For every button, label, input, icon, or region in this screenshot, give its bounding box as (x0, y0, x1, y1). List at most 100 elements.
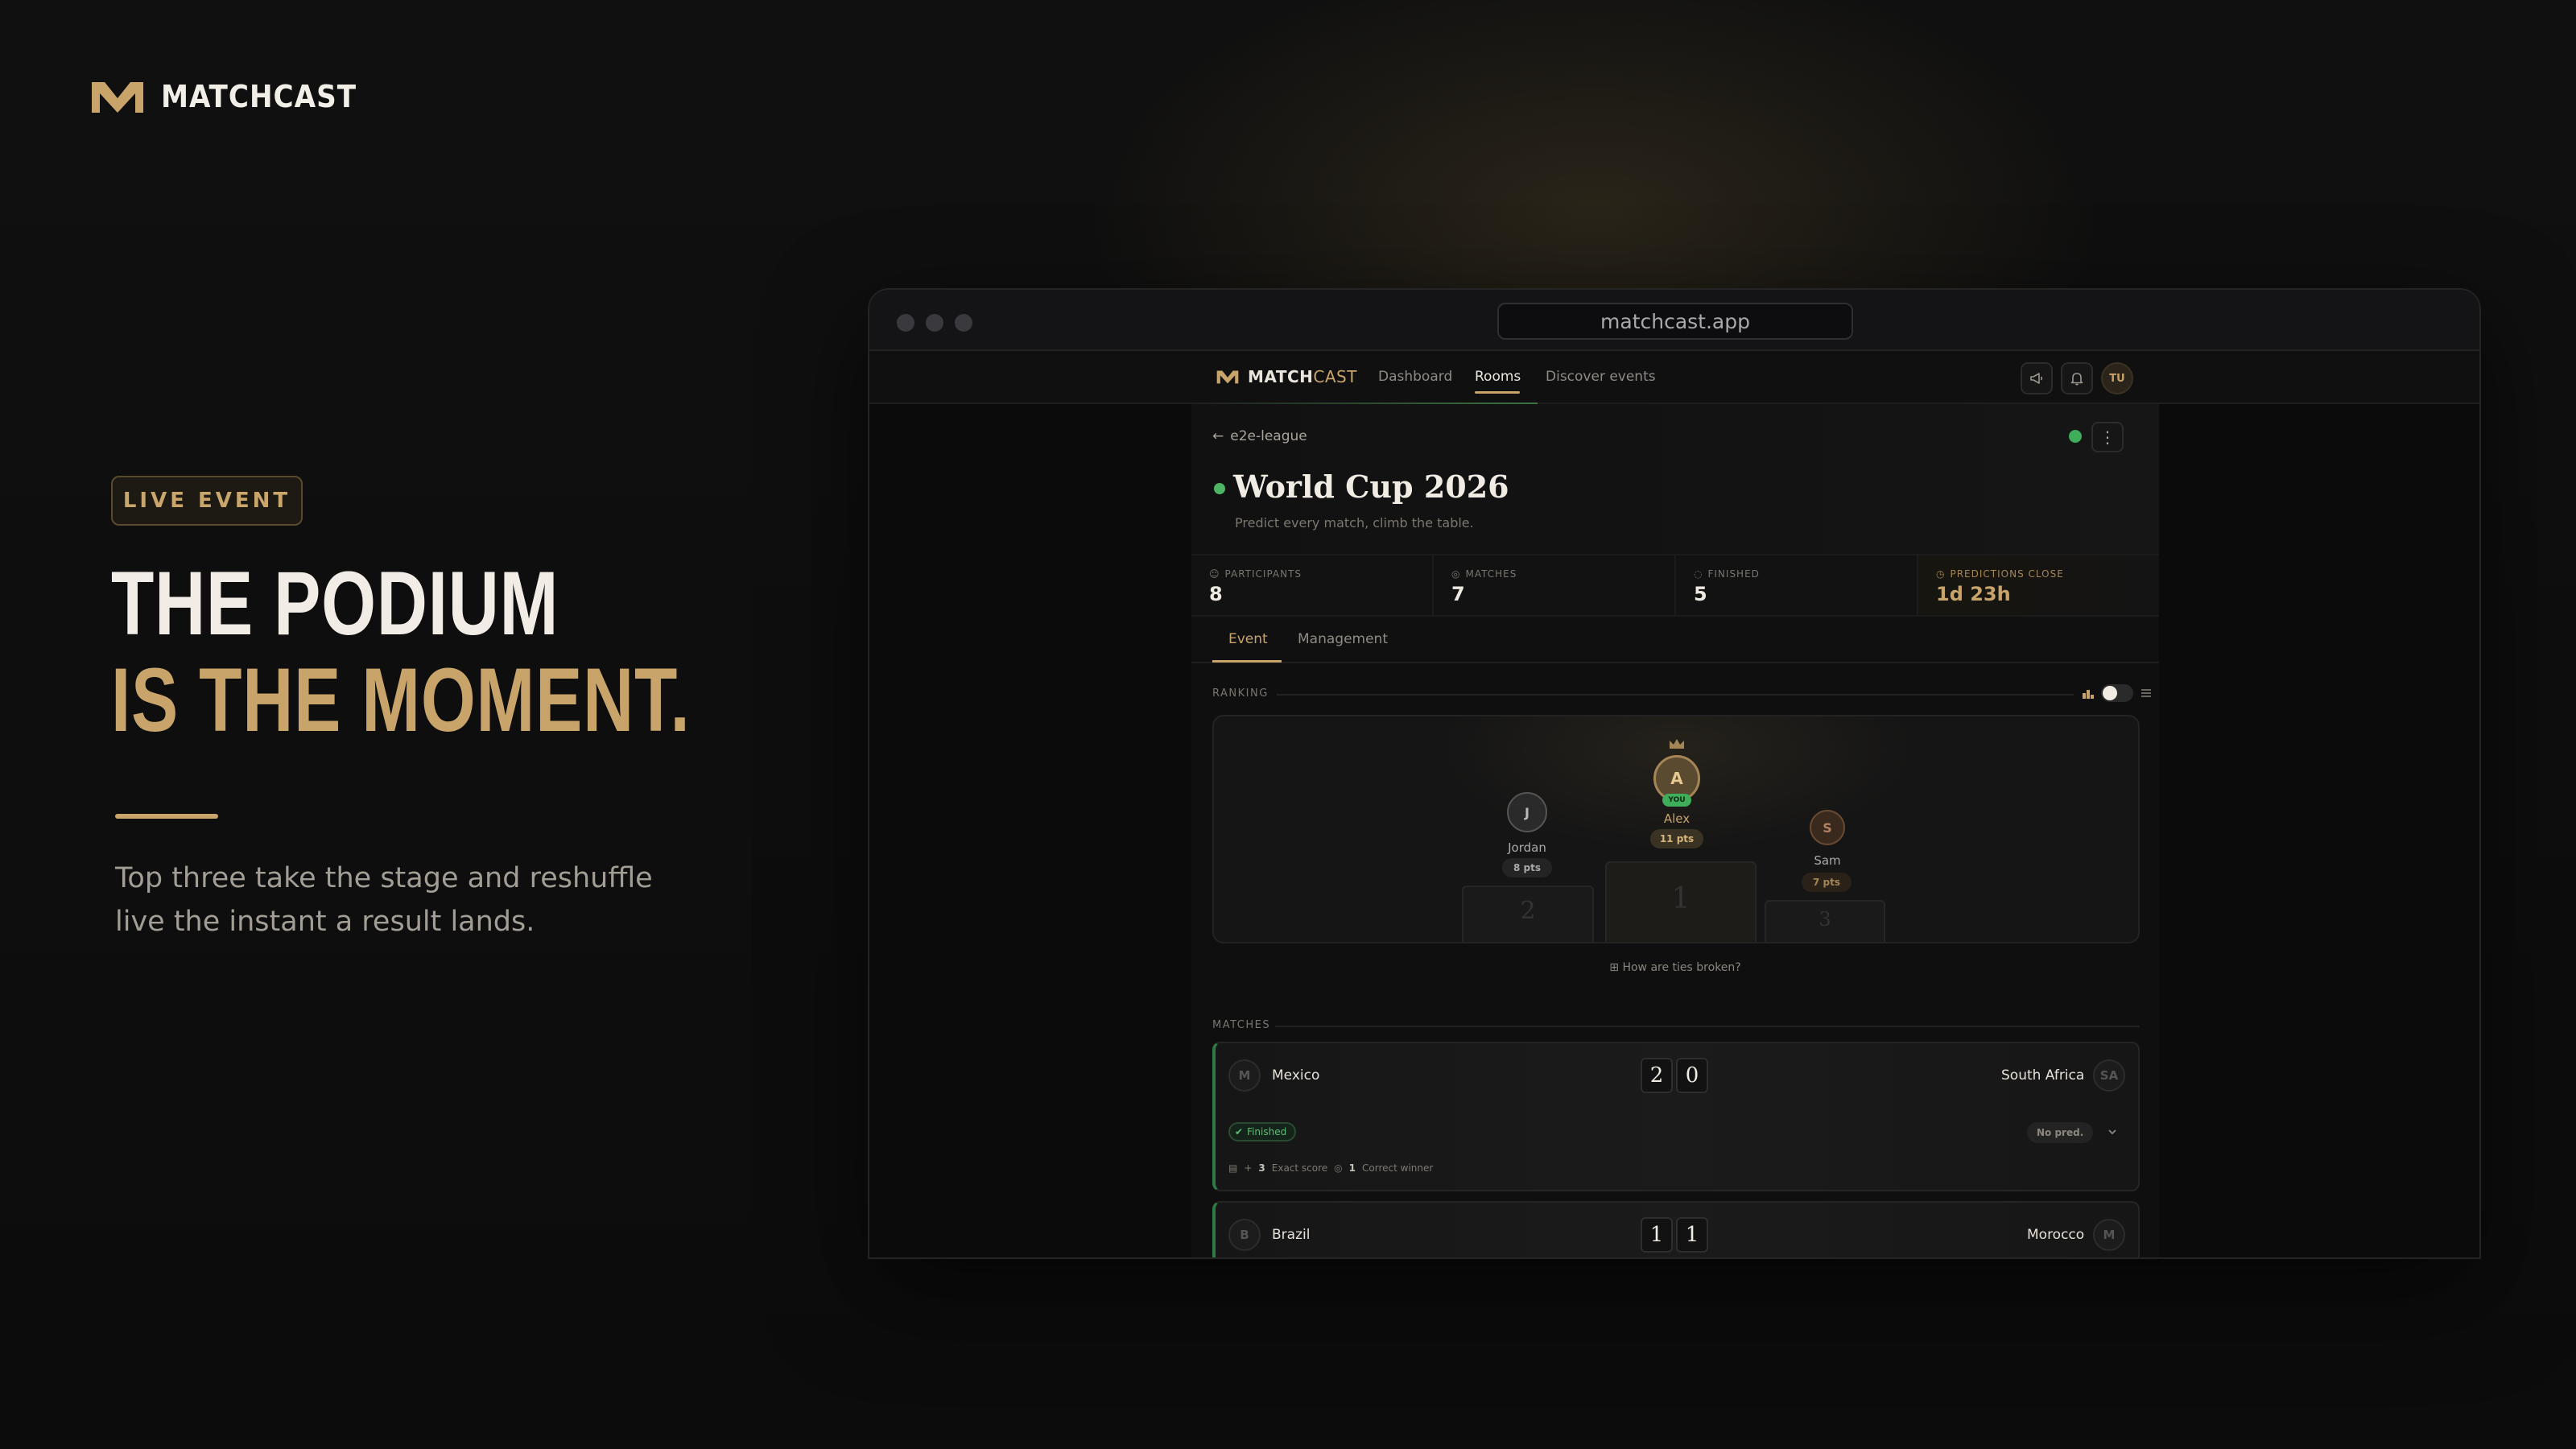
home-score: 2 (1641, 1058, 1673, 1093)
stat-finished: ◌ FINISHED 5 (1676, 555, 1918, 615)
breadcrumb-room: e2e-league (1230, 428, 1307, 444)
stat-label: PARTICIPANTS (1224, 568, 1302, 580)
view-switch[interactable] (2101, 684, 2133, 702)
away-team-name: South Africa (2001, 1067, 2085, 1084)
headline: THE PODIUM IS THE MOMENT. (111, 555, 691, 749)
app-logo[interactable]: MATCHCAST (1216, 367, 1357, 386)
tab-event[interactable]: Event (1228, 631, 1268, 647)
stat-matches: ◎ MATCHES 7 (1434, 555, 1676, 615)
back-arrow-icon: ← (1212, 428, 1224, 444)
podium-third-block: 3 (1765, 900, 1885, 942)
prediction-badge[interactable]: No pred. (2027, 1122, 2094, 1143)
exact-score-points: 3 (1258, 1162, 1265, 1174)
bell-icon (2070, 373, 2083, 386)
check-icon: ✔ (1235, 1126, 1244, 1137)
headline-line-2: IS THE MOMENT. (111, 650, 691, 750)
browser-window: matchcast.app MATCHCAST Dashboard Rooms … (868, 288, 2481, 1259)
more-options-button[interactable]: ⋮ (2091, 422, 2124, 452)
matchcast-logo-icon (1216, 370, 1239, 384)
stat-label: FINISHED (1707, 568, 1760, 580)
window-minimize-dot[interactable] (926, 314, 943, 332)
app-navbar: MATCHCAST Dashboard Rooms Discover event… (869, 351, 2479, 404)
podium-first-name: Alex (1663, 811, 1690, 826)
user-avatar[interactable]: TU (2101, 362, 2133, 394)
announcements-button[interactable] (2021, 362, 2053, 394)
address-bar[interactable]: matchcast.app (1497, 303, 1853, 340)
podium-first-points: 11 pts (1650, 829, 1703, 848)
stat-value: 8 (1209, 583, 1223, 605)
away-team-name: Morocco (2027, 1227, 2085, 1243)
stat-value: 1d 23h (1936, 583, 2011, 605)
megaphone-icon (2030, 373, 2043, 384)
live-event-badge: LIVE EVENT (111, 476, 303, 526)
you-badge: YOU (1662, 794, 1691, 807)
stat-label: MATCHES (1465, 568, 1517, 580)
matchcast-logo-icon (92, 82, 143, 113)
tie-break-text: How are ties broken? (1622, 961, 1741, 974)
podium-second-avatar[interactable]: J (1507, 792, 1547, 832)
clock-icon: ◷ (1936, 568, 1946, 580)
correct-winner-label: Correct winner (1362, 1162, 1434, 1174)
app-viewport: MATCHCAST Dashboard Rooms Discover event… (869, 351, 2479, 1257)
ranking-view-toggle[interactable] (2082, 684, 2153, 702)
target-icon: ◎ (1334, 1162, 1343, 1174)
table-icon: ▤ (1228, 1162, 1238, 1174)
stat-participants: ☺ PARTICIPANTS 8 (1191, 555, 1434, 615)
nav-discover-events[interactable]: Discover events (1546, 369, 1656, 385)
headline-line-1: THE PODIUM (111, 553, 559, 654)
tab-management[interactable]: Management (1298, 631, 1388, 647)
podium-view-icon (2083, 690, 2094, 699)
match-card[interactable]: M Mexico 2 0 South Africa SA ✔ Finished N… (1212, 1042, 2140, 1191)
stat-label: PREDICTIONS CLOSE (1950, 568, 2064, 580)
away-score: 1 (1676, 1217, 1708, 1253)
away-team-avatar: SA (2093, 1059, 2125, 1092)
nav-active-indicator (1475, 391, 1520, 394)
podium-third-points: 7 pts (1802, 873, 1852, 892)
matches-heading: MATCHES (1212, 1019, 1271, 1031)
nav-dashboard[interactable]: Dashboard (1378, 369, 1452, 385)
podium-third-name: Sam (1814, 853, 1841, 868)
away-score: 0 (1676, 1058, 1708, 1093)
home-team-avatar: B (1228, 1219, 1261, 1251)
list-view-icon (2141, 689, 2151, 697)
event-tabs: Event Management (1191, 617, 2159, 663)
podium-second-block: 2 (1462, 886, 1594, 942)
home-team-name: Mexico (1272, 1067, 1320, 1084)
window-close-dot[interactable] (897, 314, 914, 332)
check-circle-icon: ◌ (1694, 568, 1703, 580)
podium-second-points: 8 pts (1502, 858, 1552, 877)
correct-winner-points: 1 (1348, 1162, 1356, 1174)
brand-name: MATCHCAST (161, 79, 357, 114)
event-header: ← e2e-league ⋮ World Cup 2026 Predict ev… (1191, 404, 2159, 554)
exact-score-label: Exact score (1271, 1162, 1328, 1174)
logo-text-main: MATCH (1248, 367, 1314, 386)
plus-icon: + (1244, 1162, 1253, 1174)
brand-logo: MATCHCAST (89, 77, 357, 116)
event-title: World Cup 2026 (1233, 469, 1509, 505)
podium-third-avatar[interactable]: S (1810, 810, 1845, 845)
event-page: ← e2e-league ⋮ World Cup 2026 Predict ev… (1191, 404, 2159, 1257)
ranking-divider (1277, 694, 2074, 696)
live-indicator-dot (1214, 483, 1225, 494)
podium-second-name: Jordan (1508, 840, 1546, 855)
stat-predictions-close: ◷ PREDICTIONS CLOSE 1d 23h (1918, 555, 2159, 615)
stat-value: 7 (1451, 583, 1465, 605)
status-text: Finished (1247, 1126, 1287, 1137)
nav-rooms[interactable]: Rooms (1475, 369, 1521, 385)
notifications-button[interactable] (2061, 362, 2093, 394)
breadcrumb[interactable]: ← e2e-league (1212, 428, 1307, 444)
accent-divider (115, 814, 218, 819)
crown-icon (1670, 739, 1684, 749)
window-maximize-dot[interactable] (955, 314, 972, 332)
event-subtitle: Predict every match, climb the table. (1235, 515, 1474, 530)
chevron-down-icon[interactable] (2106, 1125, 2119, 1138)
people-icon: ☺ (1209, 568, 1220, 580)
home-team-avatar: M (1228, 1059, 1261, 1092)
sync-status-icon (2069, 430, 2082, 443)
ranking-heading: RANKING (1212, 687, 1269, 700)
hero-description: Top three take the stage and reshuffle l… (115, 862, 653, 938)
match-card[interactable]: B Brazil 1 1 Morocco M (1212, 1201, 2140, 1257)
ball-icon: ◎ (1451, 568, 1461, 580)
browser-chrome: matchcast.app (869, 290, 2479, 351)
tie-break-link[interactable]: ⊞ How are ties broken? (1191, 961, 2159, 974)
